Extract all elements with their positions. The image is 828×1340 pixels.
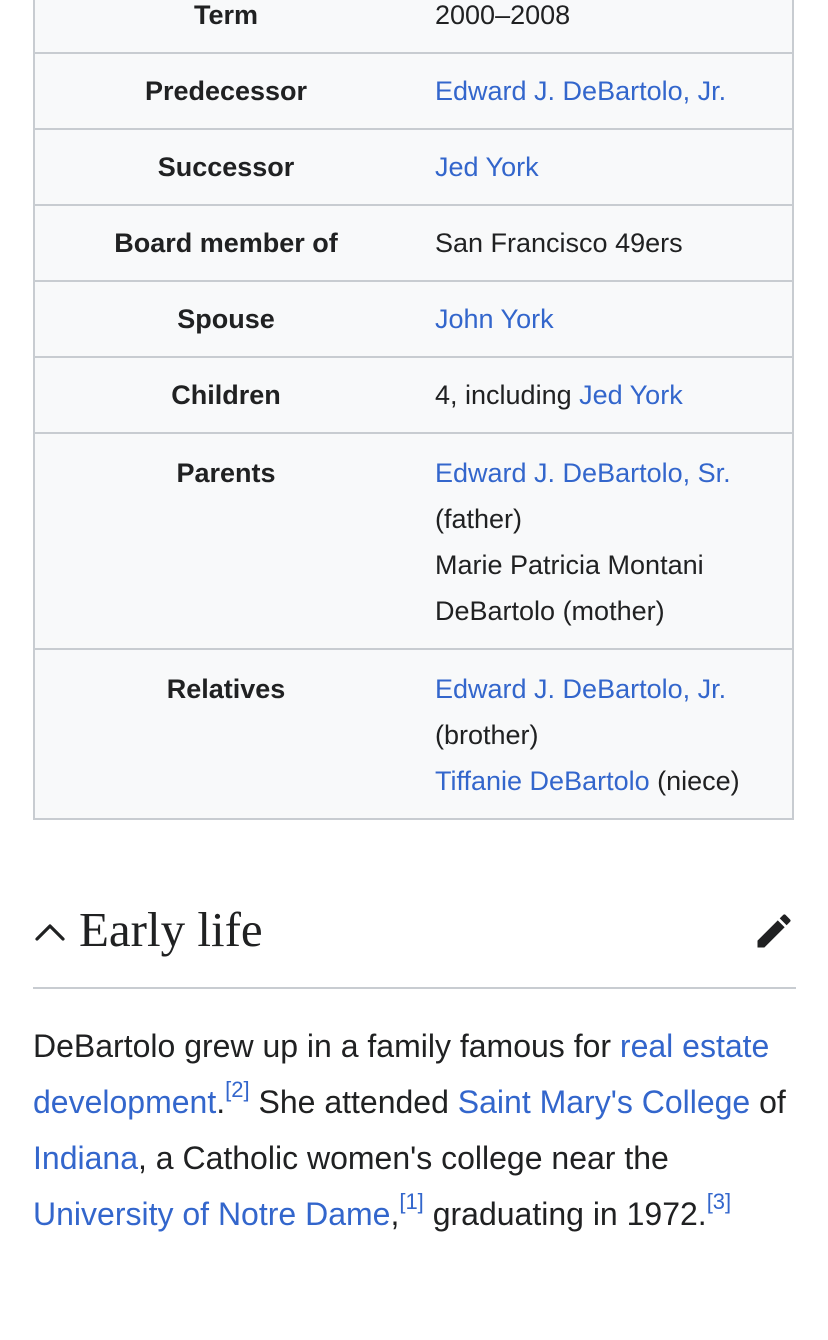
infobox-row-predecessor: Predecessor Edward J. DeBartolo, Jr. <box>35 54 792 130</box>
section-title: Early life <box>79 902 263 957</box>
father-link[interactable]: Edward J. DeBartolo, Sr. <box>435 450 784 496</box>
para-text-7: graduating in 1972. <box>423 1196 707 1232</box>
para-text-1: DeBartolo grew up in a family famous for <box>33 1028 620 1064</box>
para-text-2: . <box>216 1084 226 1120</box>
niece-link[interactable]: Tiffanie DeBartolo <box>435 766 650 796</box>
niece-note: (niece) <box>649 766 740 796</box>
spouse-value: John York <box>417 282 792 356</box>
parents-label: Parents <box>176 458 276 488</box>
infobox-row-successor: Successor Jed York <box>35 130 792 206</box>
chevron-up-icon[interactable] <box>33 915 67 949</box>
brother-link[interactable]: Edward J. DeBartolo, Jr. <box>435 666 784 712</box>
infobox-row-parents: Parents Edward J. DeBartolo, Sr. (father… <box>35 434 792 650</box>
term-label: Term <box>193 0 259 30</box>
predecessor-value: Edward J. DeBartolo, Jr. <box>417 54 792 128</box>
predecessor-link[interactable]: Edward J. DeBartolo, Jr. <box>435 76 726 106</box>
link-notre-dame[interactable]: University of Notre Dame <box>33 1196 390 1232</box>
para-text-3: She attended <box>249 1084 458 1120</box>
infobox: Term 2000–2008 Predecessor Edward J. DeB… <box>33 0 794 820</box>
term-value: 2000–2008 <box>435 0 571 30</box>
para-text-5: , a Catholic women's college near the <box>137 1140 669 1176</box>
relatives-label: Relatives <box>166 674 286 704</box>
successor-label: Successor <box>157 152 295 182</box>
parents-value: Edward J. DeBartolo, Sr. (father) Marie … <box>417 434 792 648</box>
spouse-link[interactable]: John York <box>435 304 554 334</box>
successor-link[interactable]: Jed York <box>435 152 539 182</box>
infobox-row-term: Term 2000–2008 <box>35 0 792 54</box>
relatives-value: Edward J. DeBartolo, Jr. (brother) Tiffa… <box>417 650 792 818</box>
board-label: Board member of <box>114 228 338 258</box>
pencil-icon[interactable] <box>752 909 796 953</box>
link-saint-marys[interactable]: Saint Mary's College <box>458 1084 750 1120</box>
successor-value: Jed York <box>417 130 792 204</box>
infobox-row-spouse: Spouse John York <box>35 282 792 358</box>
infobox-row-board: Board member of San Francisco 49ers <box>35 206 792 282</box>
link-indiana[interactable]: Indiana <box>33 1140 138 1176</box>
mother-line-2: DeBartolo (mother) <box>435 596 665 626</box>
early-life-paragraph: DeBartolo grew up in a family famous for… <box>33 1018 803 1242</box>
brother-note: (brother) <box>435 720 539 750</box>
section-header-early-life[interactable]: Early life <box>33 895 796 989</box>
children-value: 4, including Jed York <box>417 358 792 432</box>
infobox-row-relatives: Relatives Edward J. DeBartolo, Jr. (brot… <box>35 650 792 818</box>
children-prefix: 4, including <box>435 380 580 410</box>
children-label: Children <box>171 380 281 410</box>
spouse-label: Spouse <box>177 304 275 334</box>
predecessor-label: Predecessor <box>144 76 308 106</box>
board-value: San Francisco 49ers <box>435 228 683 258</box>
para-text-4: of <box>750 1084 786 1120</box>
niece-line: Tiffanie DeBartolo (niece) <box>435 758 784 804</box>
children-link[interactable]: Jed York <box>579 380 683 410</box>
ref-2[interactable]: [2] <box>225 1077 249 1102</box>
ref-1[interactable]: [1] <box>399 1189 423 1214</box>
infobox-row-children: Children 4, including Jed York <box>35 358 792 434</box>
mother-line-1: Marie Patricia Montani <box>435 550 704 580</box>
para-text-6: , <box>390 1196 400 1232</box>
ref-3[interactable]: [3] <box>707 1189 731 1214</box>
father-note: (father) <box>435 504 523 534</box>
